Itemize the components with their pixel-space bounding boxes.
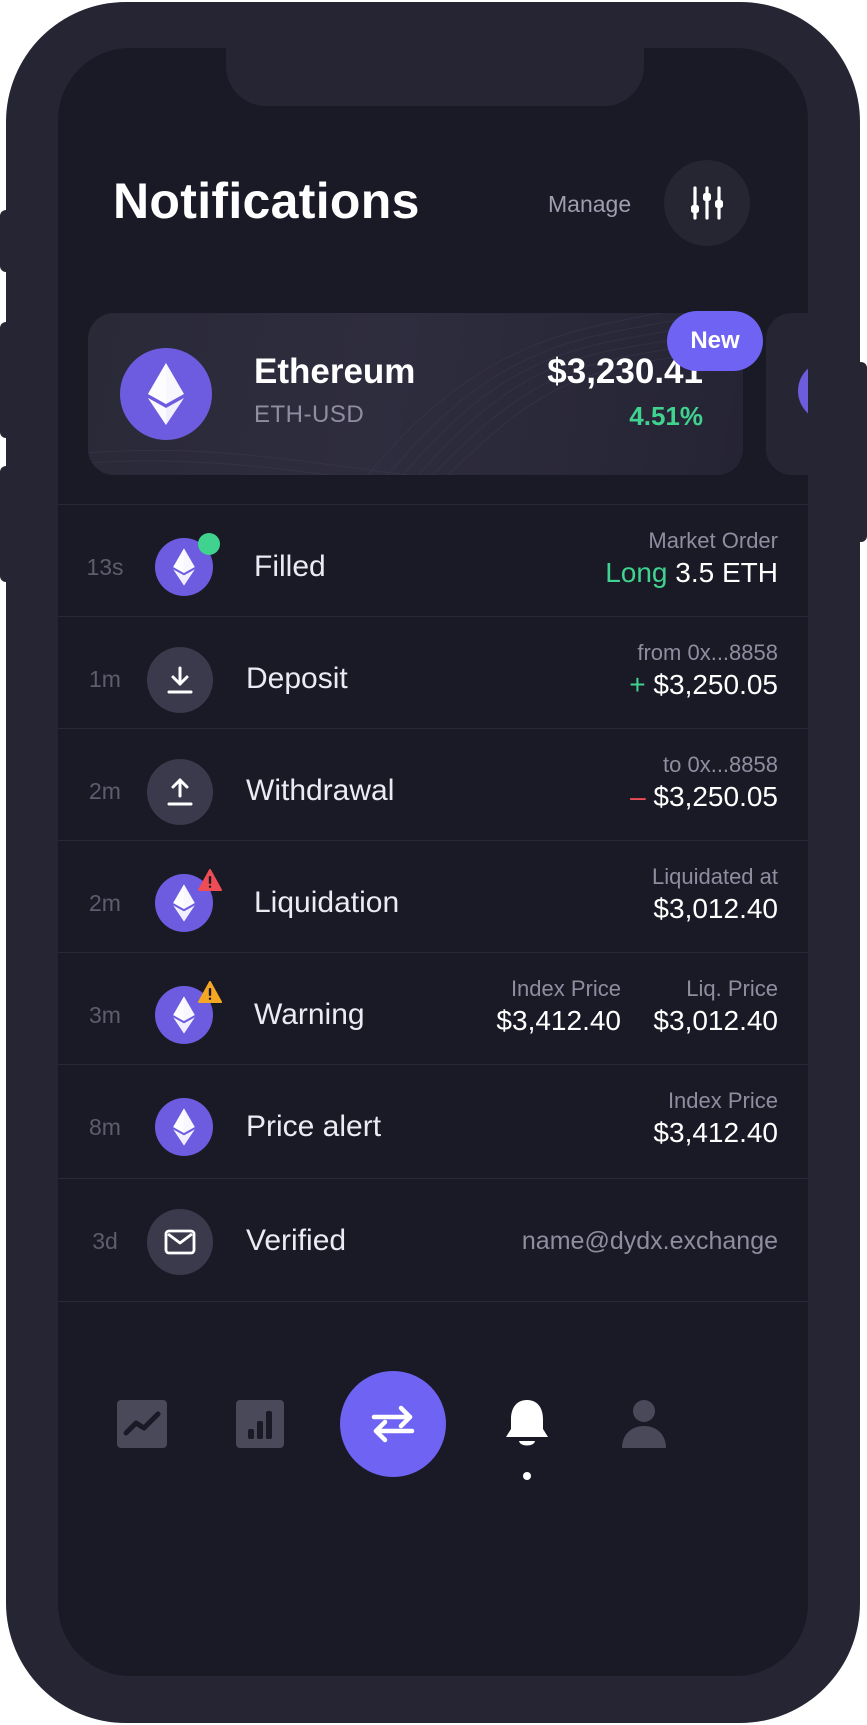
market-card-ethereum[interactable]: Ethereum ETH-USD $3,230.41 4.51% <box>88 313 743 475</box>
ethereum-coin <box>155 1098 213 1156</box>
notification-time: 2m <box>89 889 121 916</box>
detail-title: from 0x...8858 <box>637 640 778 665</box>
screen: Notifications Manage Ethereum ETH-USD $3… <box>58 48 808 1676</box>
warning-icon <box>198 981 222 1003</box>
notification-time: 1m <box>89 665 121 692</box>
notification-label: Withdrawal <box>246 774 395 807</box>
notification-detail: to 0x...8858 – $3,250.05 <box>630 751 778 815</box>
swap-icon <box>371 1405 415 1443</box>
liq-price-detail: Liq. Price $3,012.40 <box>653 975 778 1039</box>
ethereum-icon <box>173 1108 195 1146</box>
coin-icon <box>798 361 808 421</box>
notification-time: 3d <box>92 1227 118 1254</box>
alert-icon <box>198 869 222 891</box>
market-pair: ETH-USD <box>254 401 365 428</box>
page-title: Notifications <box>113 173 420 229</box>
tab-portfolio[interactable] <box>234 1398 286 1450</box>
bar-chart-icon <box>236 1400 284 1448</box>
side-button <box>0 466 12 582</box>
ethereum-coin <box>120 348 212 440</box>
side-button <box>0 322 12 438</box>
liq-price-value: $3,012.40 <box>653 1005 778 1036</box>
notification-verified[interactable]: 3d Verified name@dydx.exchange <box>58 1178 808 1302</box>
detail-title: Market Order <box>648 528 778 553</box>
chart-line-icon <box>117 1400 167 1448</box>
active-tab-indicator <box>523 1472 531 1480</box>
ethereum-icon <box>173 996 195 1034</box>
manage-link[interactable]: Manage <box>548 191 631 218</box>
mail-icon <box>164 1229 196 1255</box>
download-icon <box>167 666 193 694</box>
side-button <box>855 362 867 542</box>
notification-detail: from 0x...8858 + $3,250.05 <box>629 639 778 703</box>
amount-value: $3,250.05 <box>653 781 778 812</box>
notification-label: Deposit <box>246 662 348 695</box>
upload-icon <box>167 778 193 806</box>
notification-label: Warning <box>254 998 365 1031</box>
notification-label: Price alert <box>246 1110 382 1143</box>
ethereum-icon <box>173 548 195 586</box>
detail-value: Long 3.5 ETH <box>605 555 778 591</box>
market-card-next[interactable] <box>766 313 808 475</box>
detail-title: to 0x...8858 <box>663 752 778 777</box>
index-price-title: Index Price <box>510 976 621 1001</box>
tab-market[interactable] <box>116 1398 168 1450</box>
unread-dot-icon <box>198 533 220 555</box>
trade-button[interactable] <box>340 1371 446 1477</box>
withdrawal-badge <box>147 759 213 825</box>
detail-title: Index Price <box>667 1088 778 1113</box>
side-button <box>0 210 12 272</box>
tab-profile[interactable] <box>618 1396 670 1450</box>
sliders-icon <box>691 186 723 220</box>
detail-value: + $3,250.05 <box>629 667 778 703</box>
notification-label: Verified <box>246 1224 347 1257</box>
detail-title: Liquidated at <box>652 864 778 889</box>
notification-detail: Index Price $3,412.40 <box>653 1087 778 1151</box>
notification-detail: Market Order Long 3.5 ETH <box>605 527 778 591</box>
notification-deposit[interactable]: 1m Deposit from 0x...8858 + $3,250.05 <box>58 616 808 740</box>
bell-icon <box>506 1400 548 1446</box>
verified-email: name@dydx.exchange <box>521 1226 778 1255</box>
amount-sign: – <box>630 781 646 812</box>
notification-time: 3m <box>89 1001 121 1028</box>
order-amount: 3.5 ETH <box>675 557 778 588</box>
liq-price-title: Liq. Price <box>686 976 778 1001</box>
notification-label: Filled <box>254 550 326 583</box>
manage-button[interactable] <box>664 160 750 246</box>
notification-time: 2m <box>89 777 121 804</box>
notification-liquidation[interactable]: 2m Liquidation Liquidated at $3,012.40 <box>58 840 808 964</box>
verified-badge <box>147 1209 213 1275</box>
notification-price-alert[interactable]: 8m Price alert Index Price $3,412.40 <box>58 1064 808 1188</box>
ethereum-icon <box>173 884 195 922</box>
notification-time: 13s <box>86 553 124 580</box>
notification-time: 8m <box>89 1113 121 1140</box>
notification-filled[interactable]: 13s Filled Market Order Long 3.5 ETH <box>58 504 808 628</box>
ethereum-icon <box>148 363 184 425</box>
detail-value: $3,412.40 <box>653 1117 778 1148</box>
tab-notifications[interactable] <box>501 1396 553 1452</box>
index-price-value: $3,412.40 <box>496 1005 621 1036</box>
notch <box>226 48 644 106</box>
amount-value: $3,250.05 <box>653 669 778 700</box>
order-side: Long <box>605 557 668 588</box>
amount-sign: + <box>629 669 646 700</box>
notification-warning[interactable]: 3m Warning Index Price $3,412.40 Liq. Pr… <box>58 952 808 1076</box>
notification-withdrawal[interactable]: 2m Withdrawal to 0x...8858 – $3,250.05 <box>58 728 808 852</box>
market-change: 4.51% <box>629 401 703 431</box>
profile-icon <box>622 1400 666 1448</box>
new-badge: New <box>667 311 763 371</box>
market-name: Ethereum <box>254 352 416 391</box>
index-price-detail: Index Price $3,412.40 <box>496 975 621 1039</box>
deposit-badge <box>147 647 213 713</box>
notification-label: Liquidation <box>254 886 400 919</box>
detail-value: – $3,250.05 <box>630 779 778 815</box>
detail-value: $3,012.40 <box>653 893 778 924</box>
notification-detail: Liquidated at $3,012.40 <box>652 863 778 927</box>
